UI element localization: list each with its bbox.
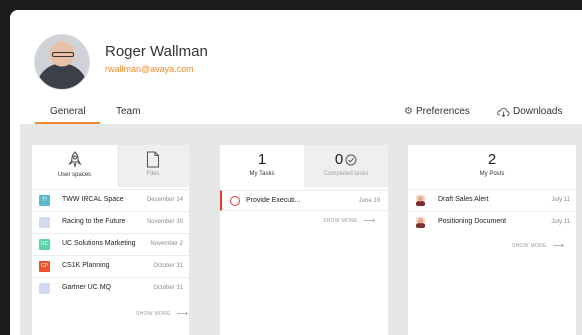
downloads-label: Downloads xyxy=(513,106,563,117)
tab-user-spaces[interactable]: User spaces xyxy=(32,145,117,187)
my-tasks-label: My Tasks xyxy=(249,171,275,177)
space-badge xyxy=(39,217,50,228)
profile-window: Roger Wallman rwallman@avaya.com General… xyxy=(10,10,582,335)
list-item[interactable]: UC UC Solutions Marketing November 2 xyxy=(32,233,189,255)
space-badge: UC xyxy=(39,239,50,250)
task-date: June 19 xyxy=(358,198,380,204)
arrow-right-icon: ⟶ xyxy=(176,309,189,318)
gear-icon: ⚙ xyxy=(404,106,413,117)
space-name: TWW IRCAL Space xyxy=(62,196,124,203)
space-badge: CP xyxy=(39,261,50,272)
list-item[interactable]: CP CS1K Planning October 31 xyxy=(32,255,189,277)
preferences-link[interactable]: ⚙ Preferences xyxy=(404,106,470,117)
tab-team[interactable]: Team xyxy=(116,106,140,117)
show-more-label: SHOW MORE xyxy=(136,310,171,317)
space-date: November 30 xyxy=(146,219,183,225)
file-icon xyxy=(147,151,159,168)
post-author-avatar xyxy=(416,217,425,228)
show-more-label: SHOW MORE xyxy=(323,217,358,224)
posts-label: My Posts xyxy=(479,171,505,177)
task-row[interactable]: Provide Executi... June 19 xyxy=(220,190,388,211)
task-status-circle[interactable] xyxy=(230,196,240,206)
completed-tasks-summary[interactable]: 0 Completed tasks xyxy=(304,145,388,187)
task-name: Provide Executi... xyxy=(246,197,301,204)
tab-user-spaces-label: User spaces xyxy=(57,172,92,178)
completed-count: 0 xyxy=(334,151,344,168)
cloud-download-icon xyxy=(497,107,510,117)
avatar xyxy=(34,34,90,90)
post-title: Draft Sales Alert xyxy=(438,196,489,203)
list-item[interactable]: Gartner UC MQ October 31 xyxy=(32,277,189,299)
space-date: October 31 xyxy=(153,285,183,291)
post-title: Positioning Document xyxy=(438,218,507,225)
list-item[interactable]: Racing to the Future November 30 xyxy=(32,211,189,233)
space-date: December 14 xyxy=(146,197,183,203)
arrow-right-icon: ⟶ xyxy=(552,241,565,250)
spaces-card: User spaces Files TI TWW IRCAL Space Dec… xyxy=(32,145,189,335)
completed-label: Completed tasks xyxy=(323,171,369,177)
list-item[interactable]: TI TWW IRCAL Space December 14 xyxy=(32,189,189,211)
profile-header: Roger Wallman rwallman@avaya.com General… xyxy=(10,10,582,134)
user-name: Roger Wallman xyxy=(105,43,208,60)
space-badge xyxy=(39,283,50,294)
show-more-spaces[interactable]: SHOW MORE ⟶ xyxy=(136,309,188,318)
downloads-link[interactable]: Downloads xyxy=(497,106,562,117)
rocket-icon xyxy=(67,151,82,169)
space-date: November 2 xyxy=(150,241,183,247)
tab-files-label: Files xyxy=(146,171,160,177)
post-author-avatar xyxy=(416,195,425,206)
tab-general[interactable]: General xyxy=(50,106,86,117)
posts-count: 2 xyxy=(487,151,497,168)
user-email[interactable]: rwallman@avaya.com xyxy=(105,64,194,74)
space-badge: TI xyxy=(39,195,50,206)
my-tasks-summary[interactable]: 1 My Tasks xyxy=(220,145,304,187)
space-name: Gartner UC MQ xyxy=(62,284,112,291)
posts-card-header[interactable]: 2 My Posts xyxy=(408,145,576,187)
space-date: October 31 xyxy=(153,263,183,269)
show-more-label: SHOW MORE xyxy=(512,242,547,249)
space-name: Racing to the Future xyxy=(62,218,126,225)
post-date: July 11 xyxy=(551,219,570,225)
list-item[interactable]: Draft Sales Alert July 11 xyxy=(408,189,576,211)
tab-files[interactable]: Files xyxy=(117,145,189,187)
spaces-card-tabs: User spaces Files xyxy=(32,145,189,187)
tasks-card-header: 1 My Tasks 0 Completed tasks xyxy=(220,145,388,187)
profile-tabs: General Team ⚙ Preferences Downloads xyxy=(10,106,582,126)
tasks-card: 1 My Tasks 0 Completed tasks Provide Exe… xyxy=(220,145,388,335)
show-more-tasks[interactable]: SHOW MORE ⟶ xyxy=(323,216,375,225)
dashboard-panel: User spaces Files TI TWW IRCAL Space Dec… xyxy=(20,124,582,335)
check-circle-icon xyxy=(345,154,357,166)
show-more-posts[interactable]: SHOW MORE ⟶ xyxy=(512,241,564,250)
space-name: UC Solutions Marketing xyxy=(62,240,136,247)
my-tasks-count: 1 xyxy=(257,151,267,168)
preferences-label: Preferences xyxy=(415,106,470,117)
space-name: CS1K Planning xyxy=(62,262,110,269)
posts-card: 2 My Posts Draft Sales Alert July 11 Pos… xyxy=(408,145,576,335)
arrow-right-icon: ⟶ xyxy=(363,216,376,225)
post-date: July 11 xyxy=(551,197,570,203)
list-item[interactable]: Positioning Document July 11 xyxy=(408,211,576,233)
